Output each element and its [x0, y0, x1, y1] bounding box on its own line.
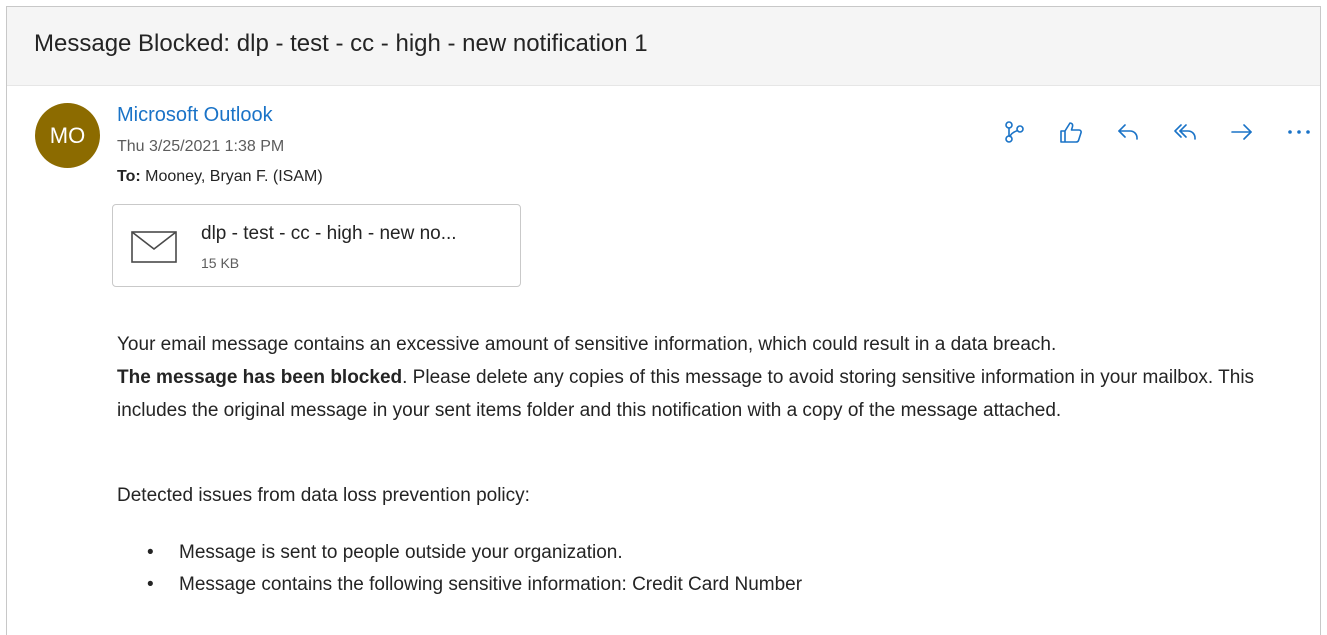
- list-item: Message contains the following sensitive…: [147, 569, 802, 601]
- sender-name[interactable]: Microsoft Outlook: [117, 104, 273, 127]
- more-icon[interactable]: [1284, 117, 1314, 147]
- recipient-name[interactable]: Mooney, Bryan F. (ISAM): [145, 168, 323, 185]
- attachment-card[interactable]: dlp - test - cc - high - new no... 15 KB: [112, 204, 521, 287]
- message-actions: [999, 117, 1314, 147]
- message-body: Your email message contains an excessive…: [117, 328, 1297, 427]
- envelope-icon: [131, 231, 177, 263]
- sent-date: Thu 3/25/2021 1:38 PM: [117, 138, 285, 155]
- to-label: To:: [117, 168, 141, 185]
- attachment-size: 15 KB: [201, 255, 240, 271]
- attachment-name: dlp - test - cc - high - new no...: [201, 223, 457, 244]
- loop-icon[interactable]: [999, 117, 1029, 147]
- issues-list: Message is sent to people outside your o…: [147, 537, 802, 601]
- avatar[interactable]: MO: [35, 103, 100, 168]
- like-icon[interactable]: [1056, 117, 1086, 147]
- list-item: Message is sent to people outside your o…: [147, 537, 802, 569]
- body-intro: Your email message contains an excessive…: [117, 334, 1057, 355]
- reply-icon[interactable]: [1113, 117, 1143, 147]
- issues-heading: Detected issues from data loss preventio…: [117, 485, 530, 506]
- subject-bar: Message Blocked: dlp - test - cc - high …: [7, 7, 1320, 86]
- message-subject: Message Blocked: dlp - test - cc - high …: [34, 30, 648, 57]
- reading-pane: Message Blocked: dlp - test - cc - high …: [6, 6, 1321, 635]
- reply-all-icon[interactable]: [1170, 117, 1200, 147]
- forward-icon[interactable]: [1227, 117, 1257, 147]
- blocked-notice: The message has been blocked: [117, 367, 403, 388]
- recipient-line: To: Mooney, Bryan F. (ISAM): [117, 168, 323, 186]
